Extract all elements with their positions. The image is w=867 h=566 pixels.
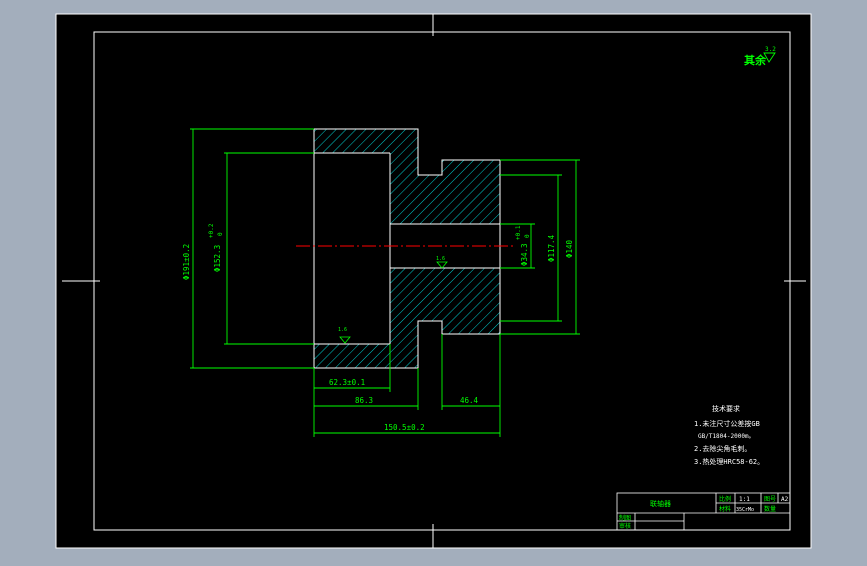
dim-bore-depth: 62.3±0.1 [329, 378, 365, 387]
roughness-mark-1: 1.6 [436, 256, 445, 262]
tech-item: GB/T1804-2000m。 [698, 433, 755, 440]
dim-bore-tol-lower: 0 [217, 232, 224, 236]
tech-item: 2.去除尖角毛刺。 [694, 444, 751, 453]
tech-item: 1.未注尺寸公差按GB [694, 419, 760, 428]
part-name: 联轴器 [650, 499, 671, 508]
drawing-canvas[interactable]: 其余 3.2 1.6 1.6 Φ191±0.2 Φ152.3 +0.2 0 Φ1… [0, 0, 867, 562]
dim-bore-tol-upper: +0.2 [208, 223, 215, 238]
cad-viewport[interactable]: 其余 3.2 1.6 1.6 Φ191±0.2 Φ152.3 +0.2 0 Φ1… [0, 0, 867, 562]
surface-finish-value: 3.2 [765, 46, 776, 53]
sheet-value: A2 [781, 496, 789, 503]
sheet-label: 图号 [764, 496, 776, 503]
material-label: 材料 [719, 505, 731, 513]
dim-shaft-dia: Φ34.3 [520, 243, 529, 266]
checker-label: 审核 [619, 522, 631, 530]
ratio-value: 1:1 [739, 496, 750, 503]
dim-shaft-tol-lower: 0 [524, 234, 531, 238]
tech-title: 技术要求 [712, 404, 740, 413]
dim-outer-dia: Φ191±0.2 [182, 244, 191, 280]
ratio-label: 比例 [719, 495, 731, 503]
designer-label: 制图 [619, 514, 631, 522]
qty-label: 数量 [764, 505, 776, 513]
material-value: 35CrMo [736, 507, 754, 513]
dim-hub-len: 46.4 [460, 396, 479, 405]
dim-total-len: 150.5±0.2 [384, 423, 425, 432]
dim-shaft-tol-upper: +0.1 [515, 225, 522, 240]
dim-hub-dia: Φ140 [565, 239, 574, 258]
dim-bore-dia: Φ152.3 [213, 245, 222, 272]
dim-flange-len: 86.3 [355, 396, 373, 405]
surface-finish-label: 其余 [744, 53, 767, 67]
tech-item: 3.热处理HRC58-62。 [694, 457, 764, 466]
dim-step-dia: Φ117.4 [547, 234, 556, 262]
roughness-mark-2: 1.6 [338, 327, 347, 333]
